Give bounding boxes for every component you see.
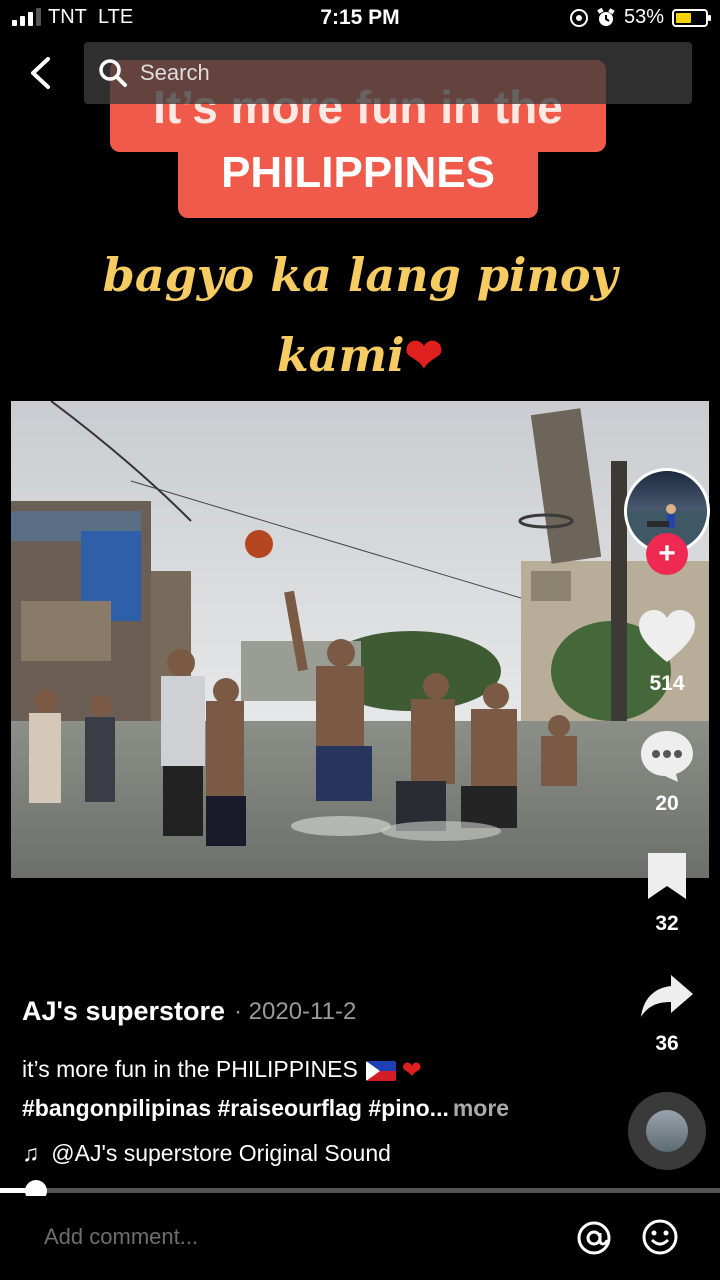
search-icon: [99, 59, 127, 87]
share-count: 36: [655, 1032, 679, 1055]
battery-icon: [672, 8, 711, 27]
author-name[interactable]: AJ's superstore: [22, 996, 225, 1027]
progress-track[interactable]: [0, 1188, 720, 1193]
philippines-flag-icon: [365, 1060, 396, 1081]
heart-icon: [639, 610, 695, 662]
alarm-icon: [597, 7, 615, 26]
heart-emoji: ❤: [401, 1057, 422, 1085]
status-bar: TNT LTE 7:15 PM 53%: [0, 0, 720, 38]
at-icon[interactable]: [576, 1220, 612, 1256]
search-input[interactable]: Search: [84, 42, 692, 104]
sound-disc-thumbnail: [646, 1110, 688, 1152]
search-placeholder: Search: [140, 60, 210, 85]
emoji-icon[interactable]: [641, 1218, 679, 1256]
like-button[interactable]: [630, 608, 704, 664]
comment-count: 20: [655, 792, 679, 815]
script-line1: bagyo ka lang pinoy: [102, 248, 618, 302]
back-icon[interactable]: [26, 56, 56, 90]
save-button[interactable]: [630, 850, 704, 902]
post-date: · 2020-11-2: [234, 998, 357, 1025]
caption-text: it’s more fun in the PHILIPPINES ❤: [22, 1056, 422, 1085]
like-count: 514: [649, 672, 685, 695]
heart-emoji: ❤: [404, 328, 444, 382]
comment-icon: [641, 731, 693, 782]
bookmark-icon: [648, 853, 686, 899]
save-count: 32: [655, 912, 679, 935]
music-note-icon: ♫: [22, 1140, 40, 1166]
comment-input[interactable]: Add comment...: [44, 1224, 198, 1250]
script-line2: kami❤: [276, 328, 444, 382]
sound-disc[interactable]: [628, 1092, 706, 1170]
battery-percent: 53%: [623, 6, 664, 28]
video-frame[interactable]: [11, 401, 709, 878]
more-link[interactable]: more: [453, 1095, 509, 1121]
comment-button[interactable]: [630, 728, 704, 784]
share-icon: [641, 975, 693, 1017]
sound-title: @AJ's superstore Original Sound: [51, 1140, 391, 1166]
lock-rotation-icon: [569, 8, 588, 27]
banner-line2: PHILIPPINES: [221, 148, 495, 197]
caption-hashtags[interactable]: #bangonpilipinas #raiseourflag #pino... m…: [22, 1095, 509, 1122]
share-button[interactable]: [630, 972, 704, 1020]
sound-link[interactable]: ♫ @AJ's superstore Original Sound: [22, 1140, 391, 1167]
follow-button[interactable]: +: [646, 533, 688, 575]
